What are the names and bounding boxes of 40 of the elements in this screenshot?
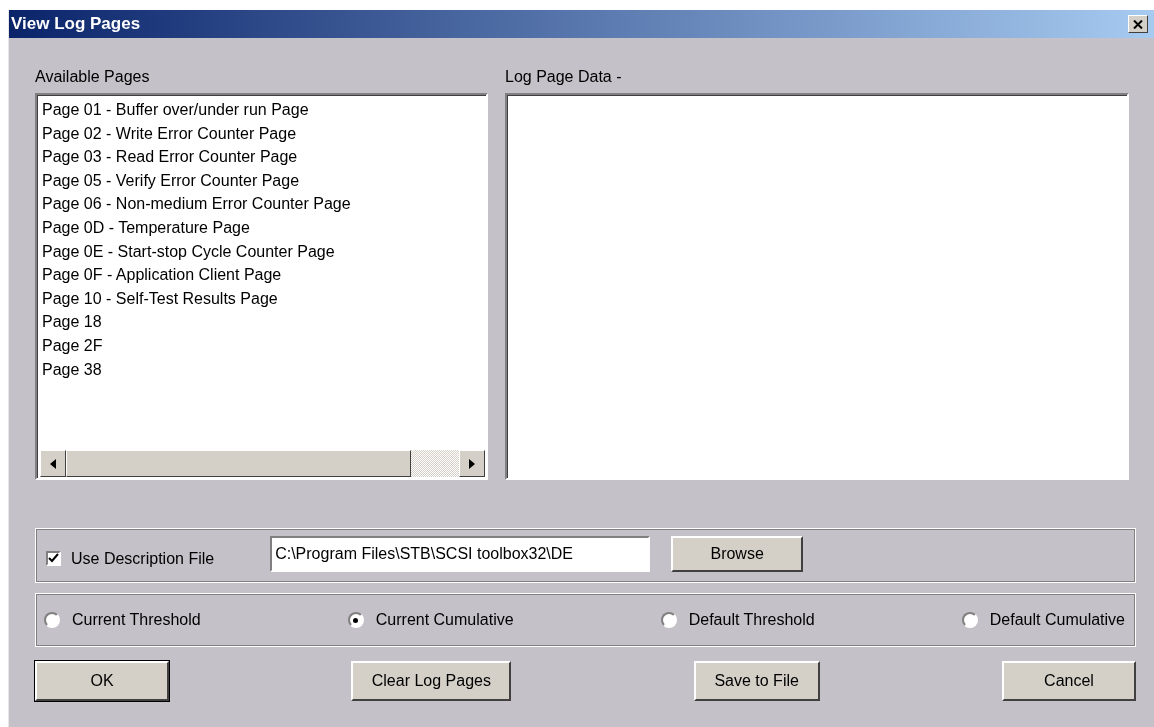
radio-label: Default Threshold: [688, 611, 815, 629]
checkbox[interactable]: [46, 551, 61, 566]
scrollbar-thumb[interactable]: [66, 450, 411, 477]
radio-label: Default Cumulative: [989, 611, 1125, 629]
dialog-button[interactable]: Clear Log Pages: [351, 661, 512, 701]
horizontal-scrollbar[interactable]: [40, 450, 485, 477]
dialog-button[interactable]: Cancel: [1002, 661, 1136, 701]
page-list-item[interactable]: Page 0E - Start-stop Cycle Counter Page: [42, 239, 481, 264]
radio-button[interactable]: [44, 612, 60, 628]
available-pages-label: Available Pages: [35, 68, 151, 87]
page-list-item[interactable]: Page 18: [42, 310, 481, 334]
scroll-left-button[interactable]: [40, 450, 66, 477]
page-list-item[interactable]: Page 03 - Read Error Counter Page: [42, 145, 481, 169]
close-icon: [1133, 19, 1143, 29]
page-list-item[interactable]: Page 10 - Self-Test Results Page: [42, 286, 481, 311]
radio-label: Current Cumulative: [375, 611, 514, 629]
radio-button[interactable]: [660, 612, 677, 628]
dialog-button[interactable]: Save to File: [693, 661, 820, 701]
close-button[interactable]: [1128, 15, 1148, 33]
left-arrow-icon: [50, 458, 56, 469]
page-list-item[interactable]: Page 38: [42, 357, 481, 382]
page-list-item[interactable]: Page 02 - Write Error Counter Page: [42, 121, 481, 146]
page-list-item[interactable]: Page 06 - Non-medium Error Counter Page: [42, 192, 481, 216]
window-title: View Log Pages: [11, 14, 141, 34]
page-list-item[interactable]: Page 2F: [42, 333, 481, 358]
page-list-item[interactable]: Page 0D - Temperature Page: [42, 215, 481, 240]
file-path-field[interactable]: C:\Program Files\STB\SCSI toolbox32\DE: [270, 535, 651, 572]
browse-button[interactable]: Browse: [671, 535, 804, 572]
right-arrow-icon: [469, 458, 475, 469]
dialog-button[interactable]: OK: [35, 661, 169, 701]
radio-label: Current Threshold: [72, 611, 201, 629]
checkmark-icon: [48, 553, 59, 564]
radio-button[interactable]: [961, 612, 978, 628]
page-list-item[interactable]: Page 05 - Verify Error Counter Page: [42, 168, 481, 193]
log-page-data-label: Log Page Data -: [505, 68, 623, 87]
page-list-item[interactable]: Page 01 - Buffer over/under run Page: [42, 98, 481, 122]
page-list-item[interactable]: Page 0F - Application Client Page: [42, 263, 481, 287]
radio-button[interactable]: [347, 612, 364, 628]
checkbox-label: Use Description File: [71, 549, 215, 568]
scroll-right-button[interactable]: [459, 450, 485, 477]
